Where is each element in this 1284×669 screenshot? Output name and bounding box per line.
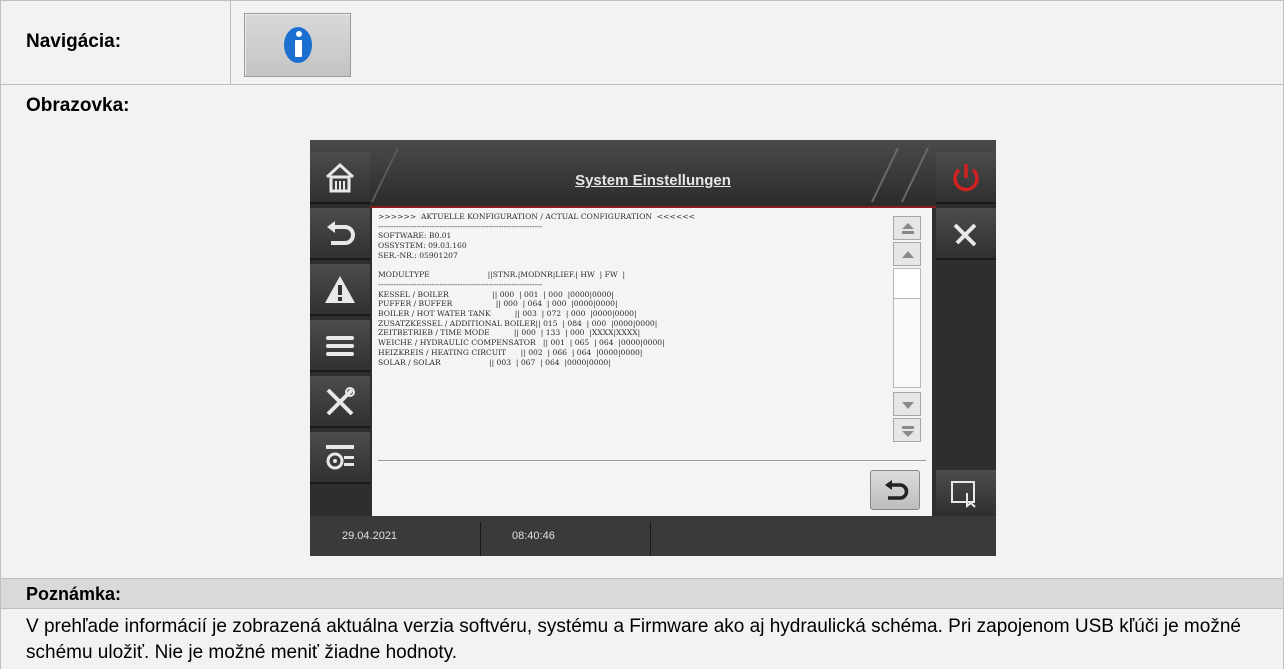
settings-icon <box>326 445 354 470</box>
double-chevron-down-icon <box>902 426 914 437</box>
scroll-down-button[interactable] <box>893 392 921 416</box>
config-line: PUFFER / BUFFER || 000 | 064 | 000 |0000… <box>378 299 618 309</box>
navigation-label-cell: Navigácia: <box>0 0 231 85</box>
config-line <box>378 261 886 271</box>
chevron-down-icon <box>902 402 914 409</box>
config-line: BOILER / HOT WATER TANK || 003 | 072 | 0… <box>378 309 637 319</box>
touch-button[interactable] <box>936 470 996 514</box>
scroll-track[interactable] <box>893 268 921 388</box>
return-icon <box>885 480 909 500</box>
status-time: 08:40:46 <box>512 530 555 542</box>
service-icon <box>953 223 977 247</box>
navigation-icon-cell <box>231 0 1284 85</box>
chevron-up-icon <box>902 251 914 258</box>
back-button[interactable] <box>310 208 370 260</box>
tools-button[interactable] <box>310 376 370 428</box>
config-line: SER.-NR.: 05901207 <box>378 250 458 260</box>
title-bar: System Einstellungen <box>310 140 996 208</box>
power-icon <box>953 164 979 192</box>
settings-button[interactable] <box>310 432 370 484</box>
double-chevron-up-icon <box>902 223 914 234</box>
scroll-top-button[interactable] <box>893 216 921 240</box>
menu-button[interactable] <box>310 320 370 372</box>
note-text: V prehľade informácií je zobrazená aktuá… <box>26 616 1241 663</box>
status-date: 29.04.2021 <box>342 530 398 542</box>
power-button[interactable] <box>936 152 996 204</box>
config-line: ----------------------------------------… <box>378 279 543 289</box>
status-bar: 29.04.2021 08:40:46 <box>310 516 996 556</box>
config-line: ZEITBETRIEB / TIME MODE || 000 | 133 | 0… <box>378 328 641 338</box>
note-label: Poznámka: <box>26 584 122 604</box>
warning-icon <box>325 276 355 303</box>
warning-button[interactable] <box>310 264 370 316</box>
navigation-label: Navigácia: <box>26 31 122 52</box>
return-button[interactable] <box>870 470 920 510</box>
config-line: SOLAR / SOLAR || 003 | 067 | 064 |0000|0… <box>378 357 611 367</box>
navigation-row: Navigácia: <box>0 0 1284 85</box>
device-screen: System Einstellungen >>>>>> AKTUELLE KON… <box>310 140 996 556</box>
back-icon <box>327 221 355 245</box>
config-line: HEIZKREIS / HEATING CIRCUIT || 002 | 066… <box>378 347 643 357</box>
config-line: MODULTYPE ||STNR.|MODNR|LIEF.| HW | FW | <box>378 270 626 280</box>
config-line: ZUSATZKESSEL / ADDITIONAL BOILER|| 015 |… <box>378 318 658 328</box>
title-slash-right-1 <box>871 147 899 203</box>
config-line: SOFTWARE: B0.01 <box>378 231 452 241</box>
configuration-text: >>>>>> AKTUELLE KONFIGURATION / ACTUAL C… <box>378 212 886 458</box>
service-button[interactable] <box>936 208 996 260</box>
config-line: ----------------------------------------… <box>378 221 543 231</box>
screen-label: Obrazovka: <box>26 95 130 116</box>
config-line: OSSYSTEM: 09.03.160 <box>378 241 467 251</box>
home-button[interactable] <box>310 152 370 204</box>
touch-icon <box>951 481 976 508</box>
config-line: WEICHE / HYDRAULIC COMPENSATOR || 001 | … <box>378 338 665 348</box>
menu-icon <box>326 336 354 356</box>
scroll-bottom-button[interactable] <box>893 418 921 442</box>
note-header-row: Poznámka: <box>0 578 1284 609</box>
scroll-thumb[interactable] <box>894 269 920 299</box>
home-icon <box>325 162 355 193</box>
info-icon <box>284 27 312 63</box>
configuration-panel: >>>>>> AKTUELLE KONFIGURATION / ACTUAL C… <box>372 208 932 516</box>
note-body-row: V prehľade informácií je zobrazená aktuá… <box>0 609 1284 669</box>
scroll-up-button[interactable] <box>893 242 921 266</box>
config-line: KESSEL / BOILER || 000 | 001 | 000 |0000… <box>378 289 614 299</box>
status-separator <box>480 522 481 556</box>
tools-icon <box>326 387 355 416</box>
content-divider <box>378 460 926 461</box>
status-separator <box>650 522 651 556</box>
info-button[interactable] <box>244 13 351 77</box>
title-slash-right-2 <box>901 147 929 203</box>
scrollbar[interactable] <box>890 212 924 448</box>
config-line: >>>>>> AKTUELLE KONFIGURATION / ACTUAL C… <box>378 212 695 221</box>
